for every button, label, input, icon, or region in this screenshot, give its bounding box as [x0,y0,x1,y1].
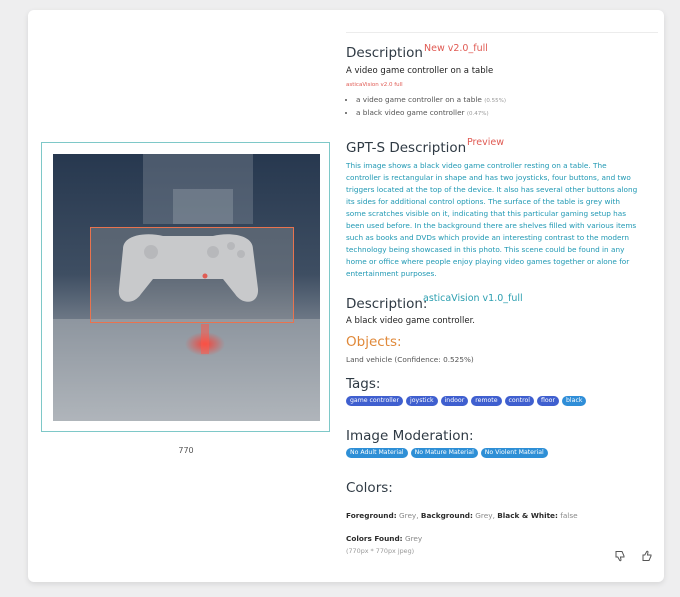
alternative-captions: a video game controller on a table (0.55… [346,94,506,120]
moderation-pill: No Mature Material [410,448,478,458]
model-label: asticaVision v2.0 full [346,82,403,88]
tag-pill[interactable]: indoor [440,396,469,406]
moderation-pill: No Violent Material [480,448,548,458]
color-summary: Foreground: Grey, Background: Grey, Blac… [346,511,578,520]
objects-line: Land vehicle (Confidence: 0.525%) [346,355,474,364]
thumbs-down-icon[interactable] [614,550,626,562]
gpt-description-text: This image shows a black video game cont… [346,161,638,278]
description-v2-caption: A video game controller on a table [346,66,494,76]
tag-pill[interactable]: joystick [406,396,438,406]
objects-title: Objects: [346,334,402,350]
moderation-title: Image Moderation: [346,428,474,444]
tag-pill[interactable]: remote [471,396,502,406]
tags-list: game controller joystick indoor remote c… [346,396,587,406]
tag-pill[interactable]: game controller [346,396,404,406]
gpt-preview-badge: Preview [467,137,504,148]
image-frame [41,142,330,432]
description-v2-title: Description [346,45,423,61]
colors-title: Colors: [346,480,393,496]
tag-pill[interactable]: control [504,396,534,406]
gpt-description-title: GPT-S Description [346,140,467,156]
tag-pill[interactable]: black [562,396,587,406]
list-item: a black video game controller (0.47%) [356,107,506,120]
list-item: a video game controller on a table (0.55… [356,94,506,107]
tags-title: Tags: [346,376,381,392]
image-size-caption: 770 [178,446,194,455]
analyzed-photo [53,154,320,421]
moderation-pill: No Adult Material [346,448,408,458]
moderation-list: No Adult Material No Mature Material No … [346,448,548,458]
description-v1-badge: asticaVision v1.0_full [423,293,523,304]
top-divider [346,32,658,33]
detected-object-box[interactable] [90,227,294,323]
description-v1-title: Description: [346,296,428,312]
thumbs-up-icon[interactable] [641,550,653,562]
colors-found: Colors Found: Grey [346,534,423,543]
image-dimensions: (770px * 770px jpeg) [346,547,415,555]
tag-pill[interactable]: floor [536,396,559,406]
description-v1-caption: A black video game controller. [346,316,475,326]
description-v2-badge: New v2.0_full [424,43,488,54]
results-card: 770 Description New v2.0_full A video ga… [28,10,664,582]
